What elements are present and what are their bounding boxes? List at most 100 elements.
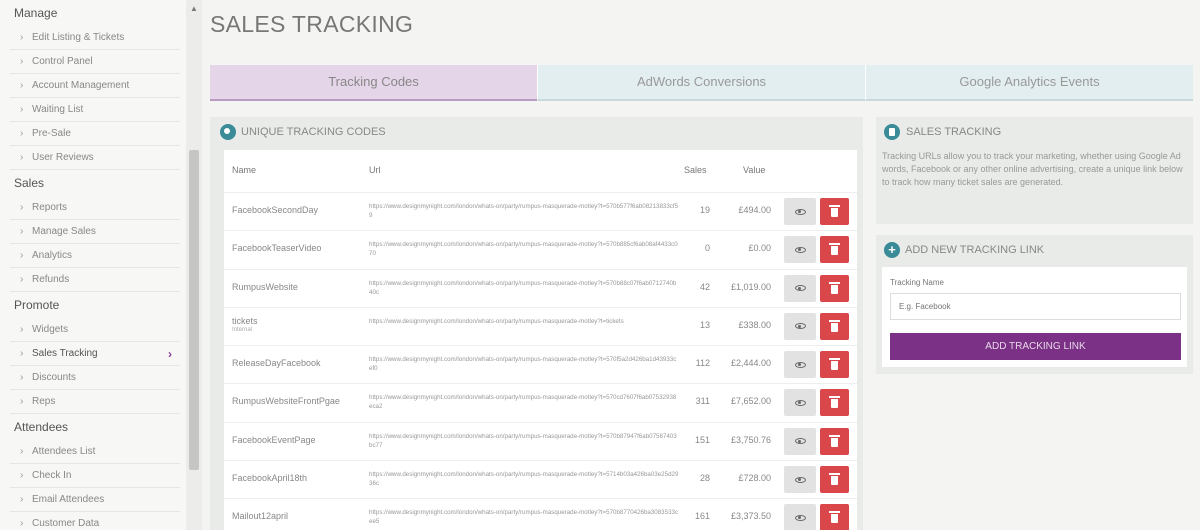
delete-button[interactable] — [820, 504, 849, 530]
delete-button[interactable] — [820, 198, 849, 225]
trash-icon — [829, 205, 840, 217]
sidebar-item-label: Waiting List — [32, 104, 84, 115]
delete-button[interactable] — [820, 274, 849, 302]
table-row: FacebookEventPage https://www.designmynig… — [224, 421, 857, 460]
chevron-right-icon: › — [20, 32, 24, 43]
sidebar-item-widgets[interactable]: › Widgets — [10, 318, 180, 342]
sidebar-item-email-attendees[interactable]: › Email Attendees — [10, 488, 180, 512]
sidebar-item-waiting-list[interactable]: › Waiting List — [10, 98, 180, 122]
eye-icon — [794, 438, 806, 445]
add-tracking-link-button[interactable]: ADD TRACKING LINK — [890, 333, 1181, 360]
sidebar-item-refunds[interactable]: › Refunds — [10, 268, 180, 292]
trash-icon — [829, 319, 840, 332]
bookmark-icon — [884, 124, 900, 140]
eye-icon — [794, 361, 806, 368]
sidebar-item-attendees-list[interactable]: › Attendees List — [10, 440, 180, 464]
tracking-code-url: https://www.designmynight.com/london/wha… — [369, 394, 677, 411]
tab-google-analytics-events[interactable]: Google Analytics Events — [865, 65, 1193, 101]
trash-icon — [829, 434, 840, 447]
view-button[interactable] — [784, 504, 816, 530]
view-button[interactable] — [784, 274, 816, 302]
chevron-right-icon: › — [20, 494, 24, 505]
tracking-name-input[interactable] — [890, 293, 1181, 320]
tracking-code-value: £0.00 — [748, 243, 771, 254]
delete-button[interactable] — [820, 312, 849, 340]
view-button[interactable] — [784, 466, 816, 494]
add-panel-title: ADD NEW TRACKING LINK — [905, 244, 1045, 256]
table-header: Name Url Sales Value — [224, 150, 857, 192]
scrollbar-thumb[interactable] — [189, 150, 199, 470]
sidebar-item-account-management[interactable]: › Account Management — [10, 74, 180, 98]
tracking-code-name-text: FacebookSecondDay — [232, 205, 319, 215]
trash-icon — [829, 243, 840, 256]
chevron-right-icon: › — [20, 128, 24, 139]
trash-icon — [829, 281, 840, 294]
sidebar-item-reports[interactable]: › Reports — [10, 196, 180, 220]
table-row: Mailout12april https://www.designmynight.… — [224, 498, 857, 530]
eye-icon — [794, 514, 806, 521]
sidebar-item-label: Control Panel — [32, 56, 93, 67]
chevron-right-icon: › — [20, 274, 24, 285]
tracking-code-name-text: ReleaseDayFacebook — [232, 358, 321, 369]
sidebar-item-label: Check In — [32, 470, 72, 481]
tracking-code-name: RumpusWebsiteFrontPgae — [232, 396, 362, 406]
sidebar-item-edit-listing[interactable]: › Edit Listing & Tickets — [10, 26, 180, 50]
sidebar-item-pre-sale[interactable]: › Pre-Sale — [10, 122, 180, 146]
tracking-code-sales: 19 — [699, 205, 710, 215]
sidebar-item-label: Email Attendees — [32, 494, 105, 505]
delete-button[interactable] — [820, 427, 849, 455]
tracking-codes-table: Name Url Sales Value FacebookSecondDay ht… — [224, 150, 857, 530]
chevron-right-icon: › — [20, 104, 24, 115]
tracking-code-name-text: tickets — [232, 315, 258, 326]
tab-tracking-codes[interactable]: Tracking Codes — [210, 65, 537, 101]
view-button[interactable] — [784, 236, 816, 264]
sidebar-item-label: Refunds — [32, 274, 70, 285]
tab-adwords-conversions[interactable]: AdWords Conversions — [537, 65, 865, 101]
table-row: FacebookTeaserVideo https://www.designmyn… — [224, 230, 857, 268]
sidebar-section-sales: Sales — [14, 176, 45, 190]
tab-bar: Tracking Codes AdWords Conversions Googl… — [210, 65, 1193, 101]
tracking-codes-panel: UNIQUE TRACKING CODES Name Url Sales Val… — [210, 117, 863, 530]
view-button[interactable] — [784, 198, 816, 225]
view-button[interactable] — [784, 389, 816, 417]
sidebar-item-customer-data[interactable]: › Customer Data — [10, 512, 180, 530]
sidebar-item-discounts[interactable]: › Discounts — [10, 366, 180, 390]
sidebar-item-label: Pre-Sale — [32, 128, 71, 139]
sidebar-item-check-in[interactable]: › Check In — [10, 464, 180, 488]
delete-button[interactable] — [820, 389, 849, 417]
view-button[interactable] — [784, 427, 816, 455]
delete-button[interactable] — [820, 466, 849, 494]
sidebar-item-manage-sales[interactable]: › Manage Sales — [10, 220, 180, 244]
tracking-code-value: £338.00 — [738, 319, 771, 330]
sidebar-item-user-reviews[interactable]: › User Reviews — [10, 146, 180, 170]
tracking-code-name: FacebookApril18th — [232, 473, 362, 483]
sidebar-item-label: Edit Listing & Tickets — [32, 32, 125, 43]
active-arrow-icon: › — [168, 347, 172, 361]
view-button[interactable] — [784, 312, 816, 340]
chevron-right-icon: › — [20, 348, 24, 359]
sidebar-item-control-panel[interactable]: › Control Panel — [10, 50, 180, 74]
chevron-right-icon: › — [20, 446, 24, 457]
delete-button[interactable] — [820, 236, 849, 264]
sidebar-item-label: Reps — [32, 396, 56, 407]
sidebar-item-label: Sales Tracking — [32, 348, 98, 359]
tracking-code-value: £728.00 — [738, 473, 771, 484]
info-panel-header: SALES TRACKING — [876, 117, 1193, 147]
column-header-value: Value — [743, 165, 766, 175]
tracking-code-name: Mailout12april — [232, 511, 362, 521]
tracking-code-value: £3,373.50 — [730, 511, 771, 522]
sidebar-scrollbar[interactable]: ▲ — [186, 0, 202, 530]
tracking-code-url: https://www.designmynight.com/london/wha… — [369, 432, 677, 449]
tracking-code-sales: 0 — [704, 243, 710, 254]
scroll-up-icon[interactable]: ▲ — [190, 4, 198, 13]
sidebar-item-reps[interactable]: › Reps — [10, 390, 180, 414]
tracking-name-label: Tracking Name — [890, 278, 944, 287]
view-button[interactable] — [784, 351, 816, 379]
trash-icon — [829, 511, 840, 524]
sidebar-section-attendees: Attendees — [14, 420, 69, 434]
sidebar-item-sales-tracking[interactable]: › Sales Tracking › — [10, 342, 180, 366]
sidebar-item-analytics[interactable]: › Analytics — [10, 244, 180, 268]
table-row: FacebookApril18th https://www.designmynig… — [224, 460, 857, 498]
delete-button[interactable] — [820, 351, 849, 379]
add-panel-form: Tracking Name ADD TRACKING LINK — [882, 267, 1187, 367]
